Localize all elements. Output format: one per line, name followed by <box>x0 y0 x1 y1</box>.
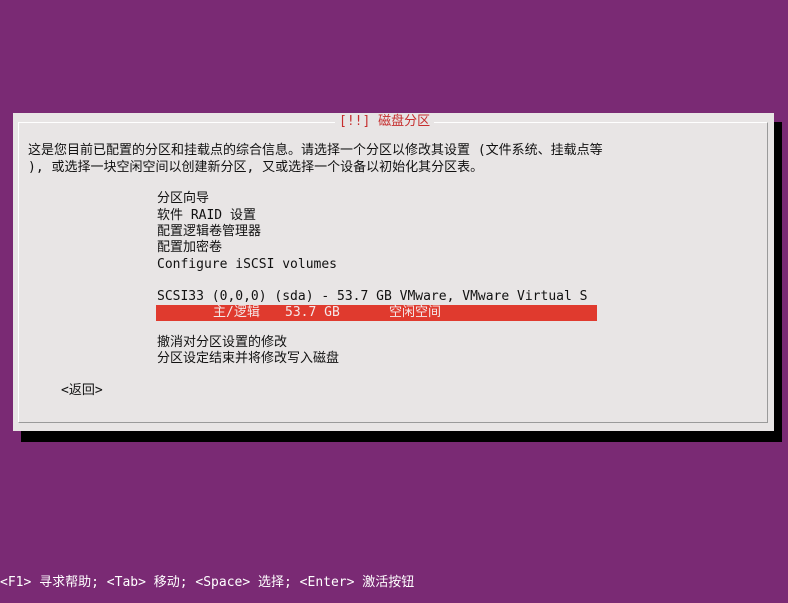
disk-item-sda[interactable]: SCSI33 (0,0,0) (sda) - 53.7 GB VMware, V… <box>157 289 587 305</box>
partition-type: 主/逻辑 <box>213 305 260 320</box>
partition-status: 空闲空间 <box>389 305 442 320</box>
partition-item-free-space[interactable]: 主/逻辑 53.7 GB 空闲空间 <box>156 305 597 321</box>
menu-item-configure-iscsi[interactable]: Configure iSCSI volumes <box>157 257 337 273</box>
help-bar: <F1> 寻求帮助; <Tab> 移动; <Space> 选择; <Enter>… <box>0 575 415 590</box>
menu-item-finish-partitioning[interactable]: 分区设定结束并将修改写入磁盘 <box>157 351 339 367</box>
partition-dialog: [!!] 磁盘分区 这是您目前已配置的分区和挂载点的综合信息。请选择一个分区以修… <box>13 113 774 431</box>
menu-item-software-raid[interactable]: 软件 RAID 设置 <box>157 208 256 224</box>
description-line-2: ), 或选择一块空闲空间以创建新分区, 又或选择一个设备以初始化其分区表。 <box>28 160 484 175</box>
back-button[interactable]: <返回> <box>61 383 103 399</box>
partition-size: 53.7 GB <box>285 305 340 320</box>
menu-item-guided-partitioning[interactable]: 分区向导 <box>157 191 209 207</box>
menu-item-configure-encryption[interactable]: 配置加密卷 <box>157 240 222 256</box>
menu-item-undo-changes[interactable]: 撤消对分区设置的修改 <box>157 335 287 351</box>
menu-item-configure-lvm[interactable]: 配置逻辑卷管理器 <box>157 224 261 240</box>
dialog-title: [!!] 磁盘分区 <box>335 113 435 131</box>
description-line-1: 这是您目前已配置的分区和挂载点的综合信息。请选择一个分区以修改其设置 (文件系统… <box>28 143 603 158</box>
